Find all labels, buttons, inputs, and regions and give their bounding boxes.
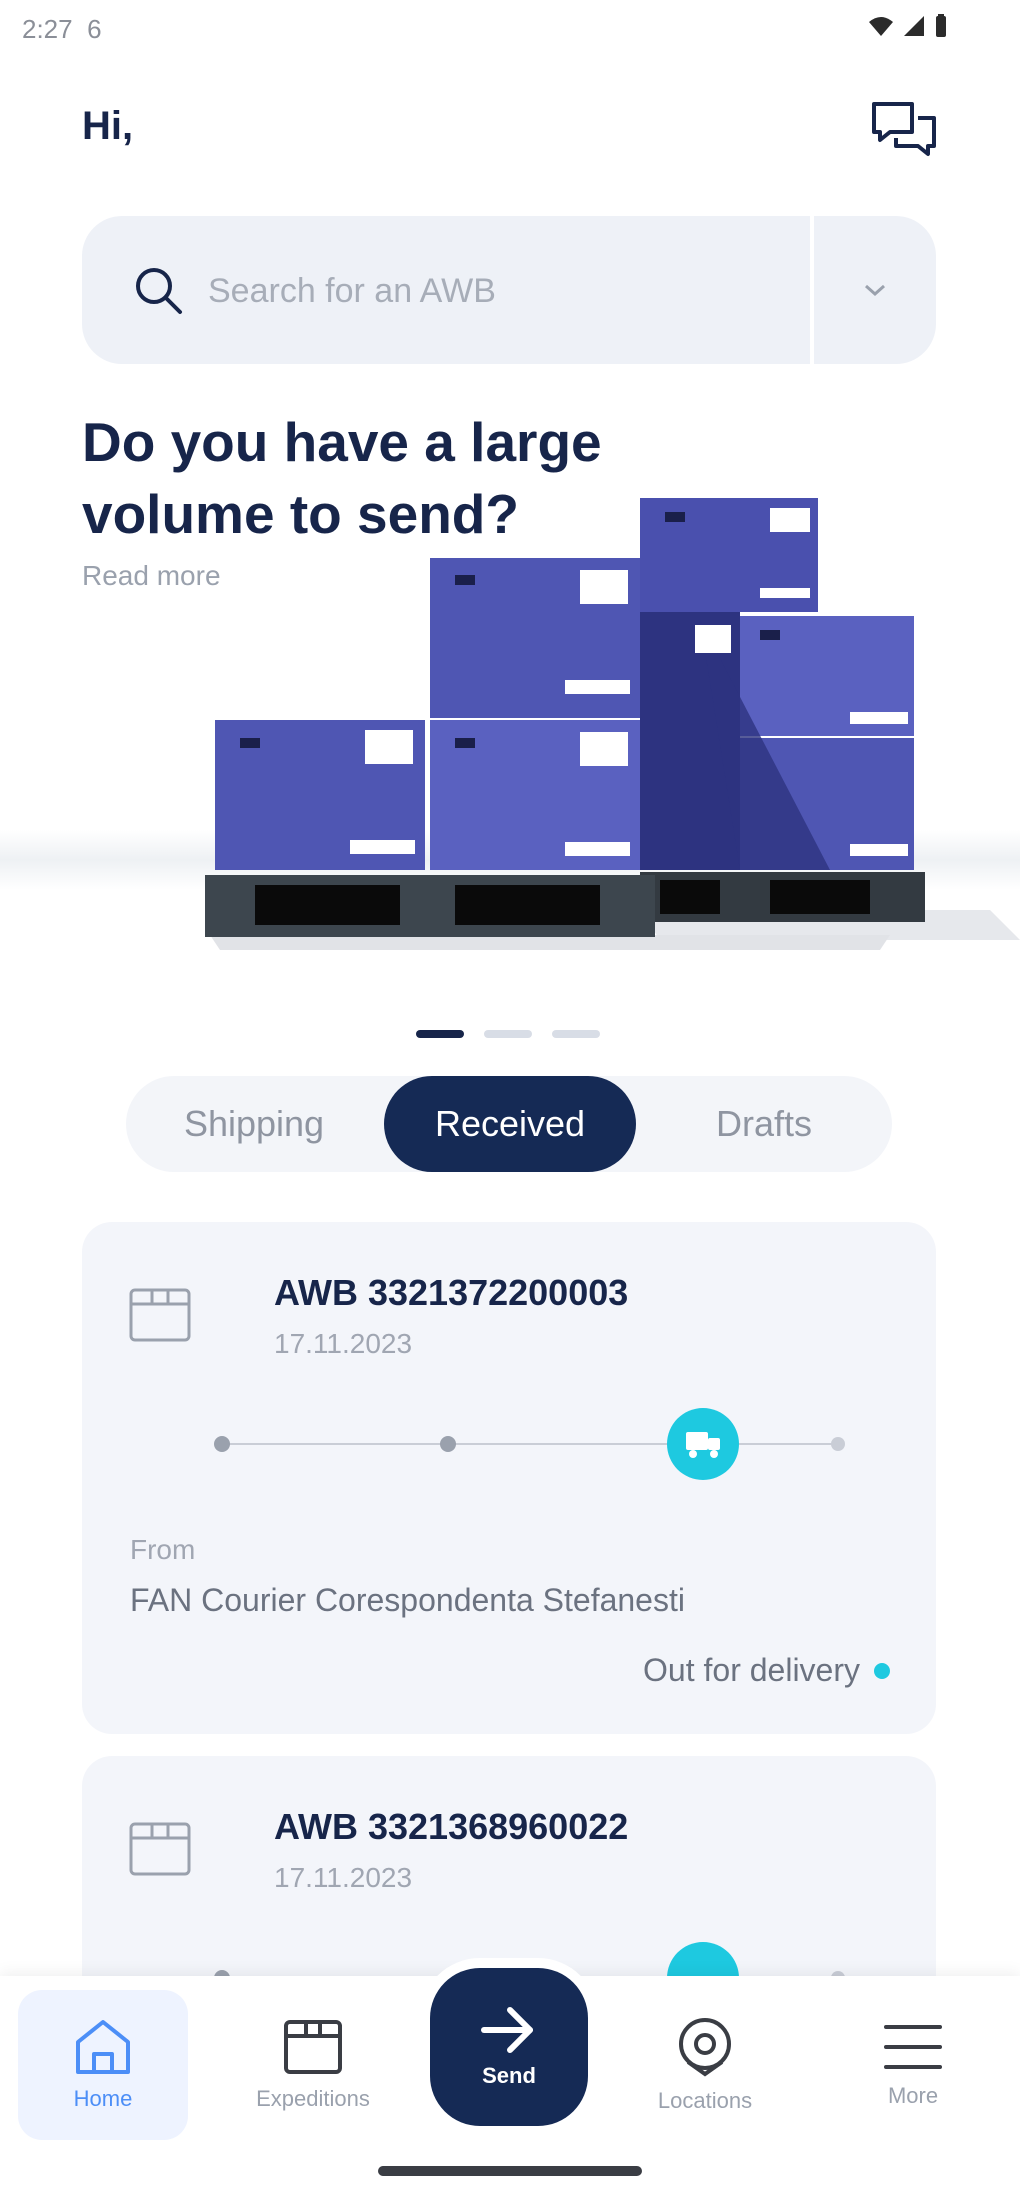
status-icons xyxy=(868,14,948,38)
carousel-dot-3[interactable] xyxy=(552,1030,600,1038)
search-icon xyxy=(136,268,182,314)
search-input[interactable] xyxy=(206,258,750,324)
chat-icon[interactable] xyxy=(868,96,940,168)
tracking-progress xyxy=(214,1408,845,1480)
shipment-status: Out for delivery xyxy=(643,1652,890,1689)
battery-icon xyxy=(936,14,946,37)
tab-received[interactable]: Received xyxy=(384,1076,636,1172)
home-indicator[interactable] xyxy=(378,2166,642,2176)
status-bar: 2:27 6 xyxy=(0,0,1020,60)
home-icon xyxy=(76,2020,130,2074)
package-icon xyxy=(129,1288,191,1342)
nav-home[interactable]: Home xyxy=(18,1990,188,2140)
awb-number: AWB 3321372200003 xyxy=(274,1272,629,1313)
tab-drafts[interactable]: Drafts xyxy=(636,1076,892,1172)
package-icon xyxy=(129,1822,191,1876)
wifi-icon xyxy=(869,17,893,36)
banner-title: Do you have a large volume to send? xyxy=(82,411,602,545)
shipment-card[interactable]: AWB 3321372200003 17.11.2023 From FAN Co… xyxy=(82,1222,936,1734)
progress-step-2 xyxy=(440,1436,456,1452)
greeting-text: Hi, xyxy=(82,104,134,148)
tab-shipping[interactable]: Shipping xyxy=(126,1076,382,1172)
send-label: Send xyxy=(482,2063,536,2088)
shipment-tabs: Shipping Received Drafts xyxy=(126,1076,892,1172)
nav-expeditions-label: Expeditions xyxy=(256,2086,370,2111)
carousel-indicator xyxy=(416,1030,600,1038)
nav-locations-label: Locations xyxy=(657,2088,753,2113)
from-label: From xyxy=(130,1534,196,1565)
read-more-link[interactable]: Read more xyxy=(82,560,221,592)
carousel-dot-1[interactable] xyxy=(416,1030,464,1038)
carousel-dot-2[interactable] xyxy=(484,1030,532,1038)
status-text: Out for delivery xyxy=(643,1652,860,1688)
location-icon xyxy=(679,2018,731,2077)
progress-step-1 xyxy=(214,1436,230,1452)
nav-expeditions[interactable]: Expeditions xyxy=(228,1990,398,2140)
awb-date: 17.11.2023 xyxy=(274,1862,413,1893)
nav-locations[interactable]: Locations xyxy=(620,1990,790,2140)
signal-icon xyxy=(904,16,924,36)
chevron-down-icon xyxy=(865,284,885,297)
menu-icon xyxy=(884,2025,942,2069)
nav-more-label: More xyxy=(887,2083,939,2108)
search-filter-dropdown[interactable] xyxy=(814,216,936,364)
nav-more[interactable]: More xyxy=(828,1990,998,2140)
status-dot xyxy=(874,1662,890,1679)
awb-number: AWB 3321368960022 xyxy=(274,1806,629,1847)
status-time: 2:27 6 xyxy=(22,14,102,44)
send-button[interactable]: Send xyxy=(430,1968,588,2126)
package-icon xyxy=(284,2020,342,2074)
pallet-boxes-illustration[interactable] xyxy=(0,480,1020,960)
nav-home-label: Home xyxy=(73,2086,133,2111)
sender-name: FAN Courier Corespondenta Stefanesti xyxy=(130,1582,685,1618)
search-bar xyxy=(82,216,936,364)
progress-step-4 xyxy=(831,1437,845,1451)
arrow-right-icon xyxy=(481,2007,533,2053)
awb-date: 17.11.2023 xyxy=(274,1328,413,1359)
